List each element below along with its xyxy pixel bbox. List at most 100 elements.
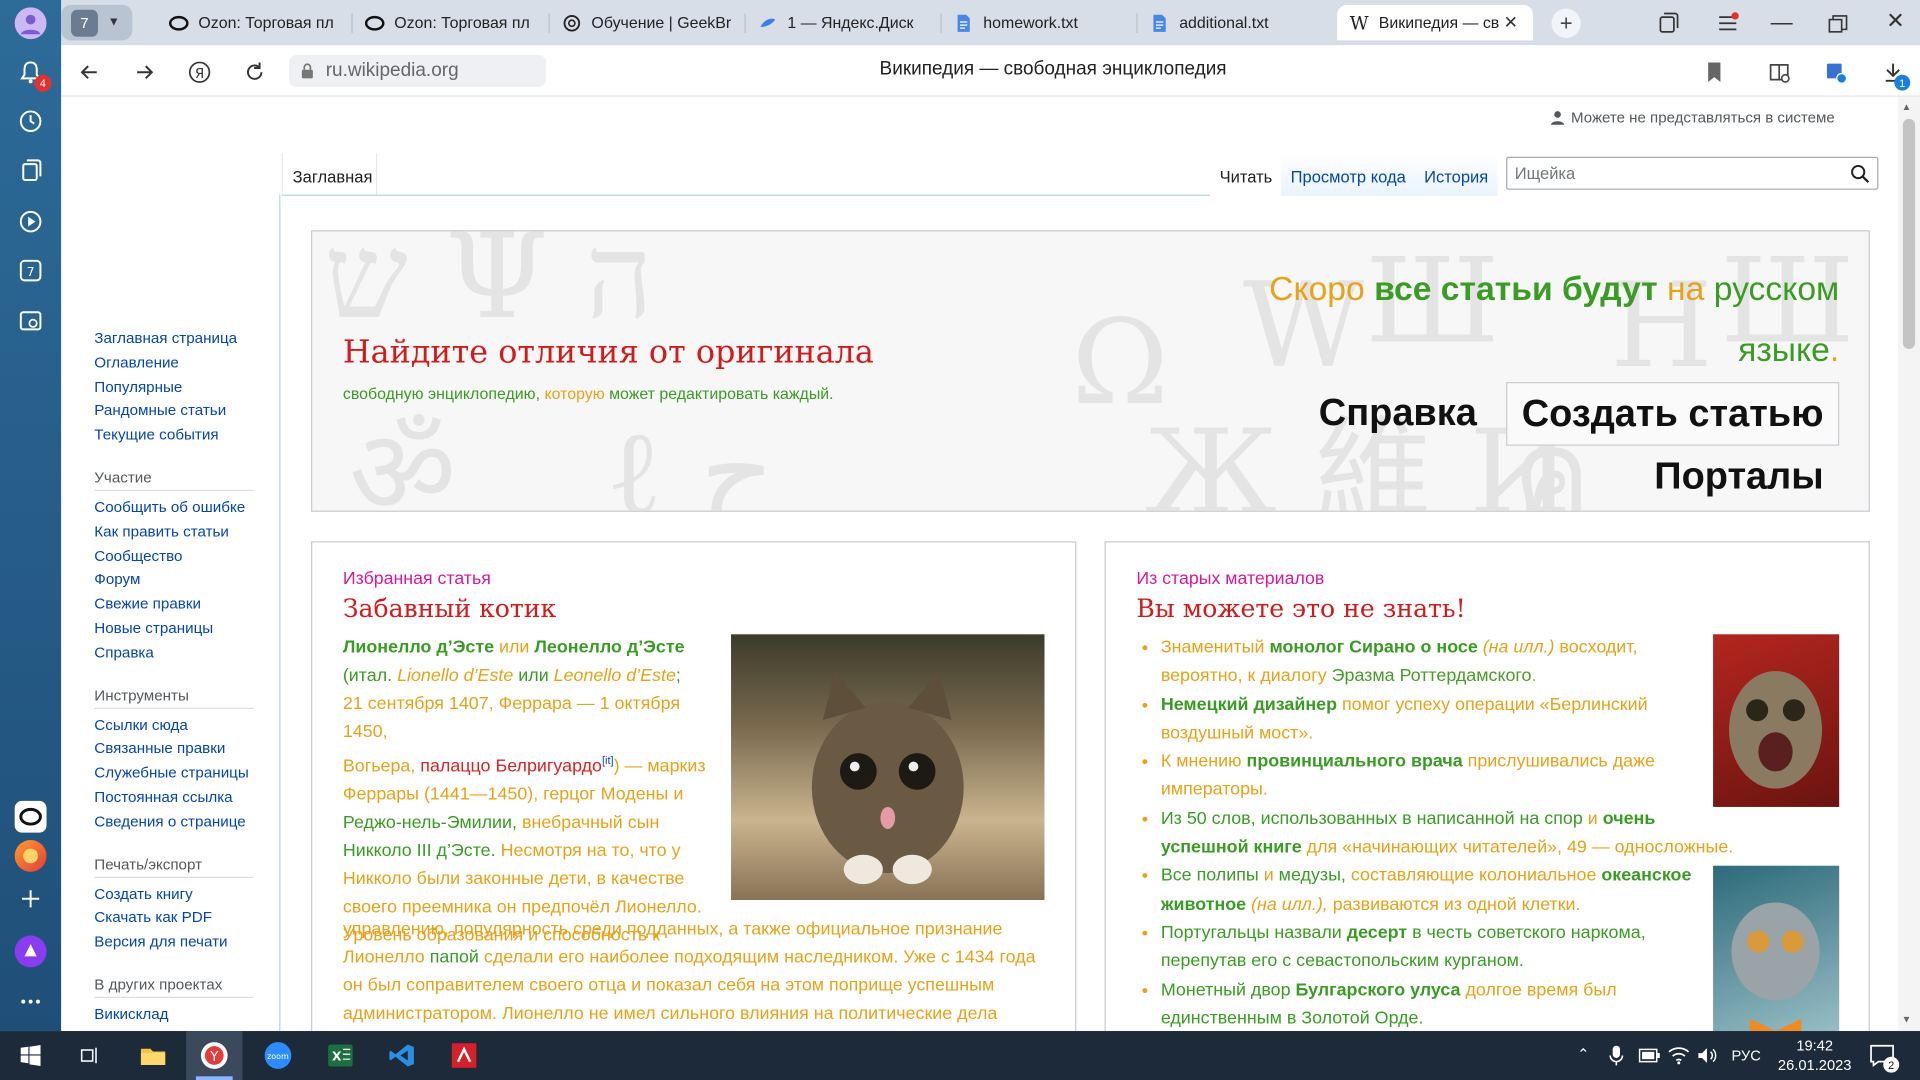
yandex-browser-taskbar-icon[interactable]: Y	[186, 1031, 243, 1080]
close-window-icon[interactable]: ✕	[1882, 9, 1909, 36]
volume-icon[interactable]	[1696, 1046, 1718, 1066]
sidebar-item-permanent-link[interactable]: Постоянная ссылка	[94, 786, 253, 810]
tab-wikipedia-active[interactable]: W Википедия — св ✕	[1337, 4, 1534, 41]
sidebar-item-related-changes[interactable]: Связанные правки	[94, 738, 253, 762]
tab-ozon-2[interactable]: Ozon: Торговая пл	[353, 5, 537, 41]
sidebar-item-special-pages[interactable]: Служебные страницы	[94, 762, 253, 786]
wifi-icon[interactable]	[1668, 1046, 1690, 1066]
help-link[interactable]: Справка	[1319, 391, 1477, 435]
alice-assistant-icon[interactable]	[14, 935, 47, 968]
tab-main-page[interactable]: Заглавная	[281, 153, 378, 196]
new-tab-button[interactable]: +	[1551, 8, 1581, 38]
reload-icon[interactable]	[239, 56, 271, 88]
clock[interactable]: 19:42 26.01.2023	[1776, 1036, 1854, 1075]
amd-software-icon[interactable]	[446, 1038, 483, 1072]
search-input[interactable]: Ищейка	[1506, 156, 1879, 190]
ozon-app-icon[interactable]	[14, 800, 47, 833]
did-you-know-card: Из старых материалов Вы можете это не зн…	[1104, 541, 1870, 1032]
portals-link[interactable]: Порталы	[1654, 454, 1823, 498]
collections-icon[interactable]	[15, 156, 47, 188]
banner-subtitle: свободную энциклопедию, которую может ре…	[342, 384, 834, 403]
tab-view-source[interactable]: Просмотр кода	[1280, 153, 1416, 196]
excel-icon[interactable]: X	[322, 1038, 359, 1072]
windows-start-icon[interactable]	[12, 1038, 49, 1072]
personal-tools[interactable]: Можете не представляться в системе	[1550, 109, 1835, 126]
not-logged-in-text: Можете не представляться в системе	[1571, 108, 1835, 127]
minimize-icon[interactable]: —	[1768, 10, 1795, 37]
restore-window-icon[interactable]	[1825, 11, 1852, 38]
sidebar-item-report-error[interactable]: Сообщить об ошибке	[94, 496, 253, 520]
yandex-logo-icon[interactable]: Я	[184, 56, 216, 88]
close-tab-icon[interactable]: ✕	[1504, 12, 1518, 33]
forward-arrow-icon[interactable]	[129, 56, 161, 88]
scroll-down-arrow-icon[interactable]: ▼	[1902, 1014, 1912, 1025]
vscode-icon[interactable]	[383, 1038, 420, 1072]
sidebar-item-help[interactable]: Справка	[94, 641, 253, 665]
featured-title[interactable]: Забавный котик	[343, 594, 556, 623]
bookmark-icon[interactable]	[1698, 56, 1730, 88]
sidebar-item-how-to-edit[interactable]: Как править статьи	[94, 520, 253, 544]
more-dots-icon[interactable]	[15, 986, 47, 1018]
cat-image[interactable]	[731, 634, 1045, 901]
tab-yandex-disk[interactable]: 1 — Яндекс.Диск	[746, 5, 937, 41]
featured-text-top: Лионелло д’Эсте или Леонелло д’Эсте (ита…	[342, 637, 706, 946]
back-arrow-icon[interactable]	[73, 56, 105, 88]
sidebar-item-what-links-here[interactable]: Ссылки сюда	[94, 713, 253, 737]
sidebar-item-download-pdf[interactable]: Скачать как PDF	[94, 907, 253, 931]
tab-ozon-1[interactable]: Ozon: Торговая пл	[157, 5, 348, 41]
sidebar-item-popular[interactable]: Популярные	[94, 375, 253, 399]
sidebar-item-commons[interactable]: Викисклад	[94, 1003, 253, 1027]
tab-geekbrains[interactable]: Обучение | GeekBr	[550, 5, 741, 41]
sidebar-item-new-pages[interactable]: Новые страницы	[94, 617, 253, 641]
video-play-icon[interactable]	[15, 206, 47, 238]
sidebar-item-create-book[interactable]: Создать книгу	[94, 882, 253, 906]
tab-read[interactable]: Читать	[1210, 153, 1282, 196]
tab-history[interactable]: История	[1414, 153, 1499, 196]
sidebar-item-random[interactable]: Рандомные статьи	[94, 400, 253, 424]
sidebar-item-forum[interactable]: Форум	[94, 569, 253, 593]
screenshot-icon[interactable]	[15, 305, 47, 337]
sidebar-item-main[interactable]: Заглавная страница	[94, 327, 253, 351]
input-language[interactable]: РУС	[1731, 1047, 1760, 1064]
tab-group-button[interactable]: 7 ▼	[61, 4, 133, 41]
sidebar-item-recent-changes[interactable]: Свежие правки	[94, 593, 253, 617]
microphone-icon[interactable]	[1608, 1044, 1625, 1066]
show-hidden-icons-chevron-icon[interactable]: ⌃	[1577, 1046, 1589, 1063]
screaming-cat-image[interactable]	[1713, 634, 1840, 807]
extension-icon[interactable]	[1820, 56, 1852, 88]
cat-bowtie-image[interactable]	[1713, 865, 1840, 1032]
banner-soon-text: Скоро все статьи будут на русском языке.	[1269, 269, 1840, 369]
sidebar-item-page-info[interactable]: Сведения о странице	[94, 810, 253, 834]
sidebar-item-current-events[interactable]: Текущие события	[94, 424, 253, 448]
tab-additional[interactable]: additional.txt	[1138, 5, 1329, 41]
add-app-icon[interactable]	[15, 883, 47, 915]
featured-article-card: Избранная статья Забавный котик Лионелло…	[311, 541, 1077, 1032]
zoom-icon[interactable]: zoom	[260, 1038, 297, 1072]
tab-label: Обучение | GeekBr	[591, 13, 732, 32]
file-explorer-icon[interactable]	[135, 1038, 172, 1072]
search-icon[interactable]	[1850, 163, 1870, 183]
sidebar-item-printable[interactable]: Версия для печати	[94, 931, 253, 955]
scroll-up-arrow-icon[interactable]: ▲	[1902, 102, 1912, 113]
battery-icon[interactable]	[1638, 1047, 1660, 1064]
history-clock-icon[interactable]	[15, 105, 47, 137]
reader-mode-icon[interactable]	[1763, 56, 1795, 88]
scrollbar-thumb[interactable]	[1902, 118, 1916, 349]
task-view-icon[interactable]	[71, 1038, 108, 1072]
menu-icon[interactable]	[1714, 10, 1741, 37]
create-article-button[interactable]: Создать статью	[1506, 382, 1840, 446]
tab-collections-icon[interactable]	[1656, 10, 1683, 37]
profile-avatar[interactable]	[14, 7, 47, 40]
tab-label: История	[1424, 167, 1489, 187]
document-icon	[1150, 13, 1170, 33]
tab-label: Заглавная	[292, 167, 373, 187]
dyk-title[interactable]: Вы можете это не знать!	[1136, 594, 1465, 623]
sidebar-item-contents[interactable]: Оглавление	[94, 351, 253, 375]
page-scrollbar[interactable]: ▲ ▼	[1897, 96, 1920, 1032]
sidebar-item-community[interactable]: Сообщество	[94, 544, 253, 568]
tabs-counter-icon[interactable]: 7	[15, 255, 47, 287]
tab-homework[interactable]: homework.txt	[942, 5, 1133, 41]
tab-count: 7	[71, 9, 98, 37]
app-icon-orange[interactable]	[14, 840, 47, 872]
url-field[interactable]: ru.wikipedia.org	[288, 55, 547, 87]
